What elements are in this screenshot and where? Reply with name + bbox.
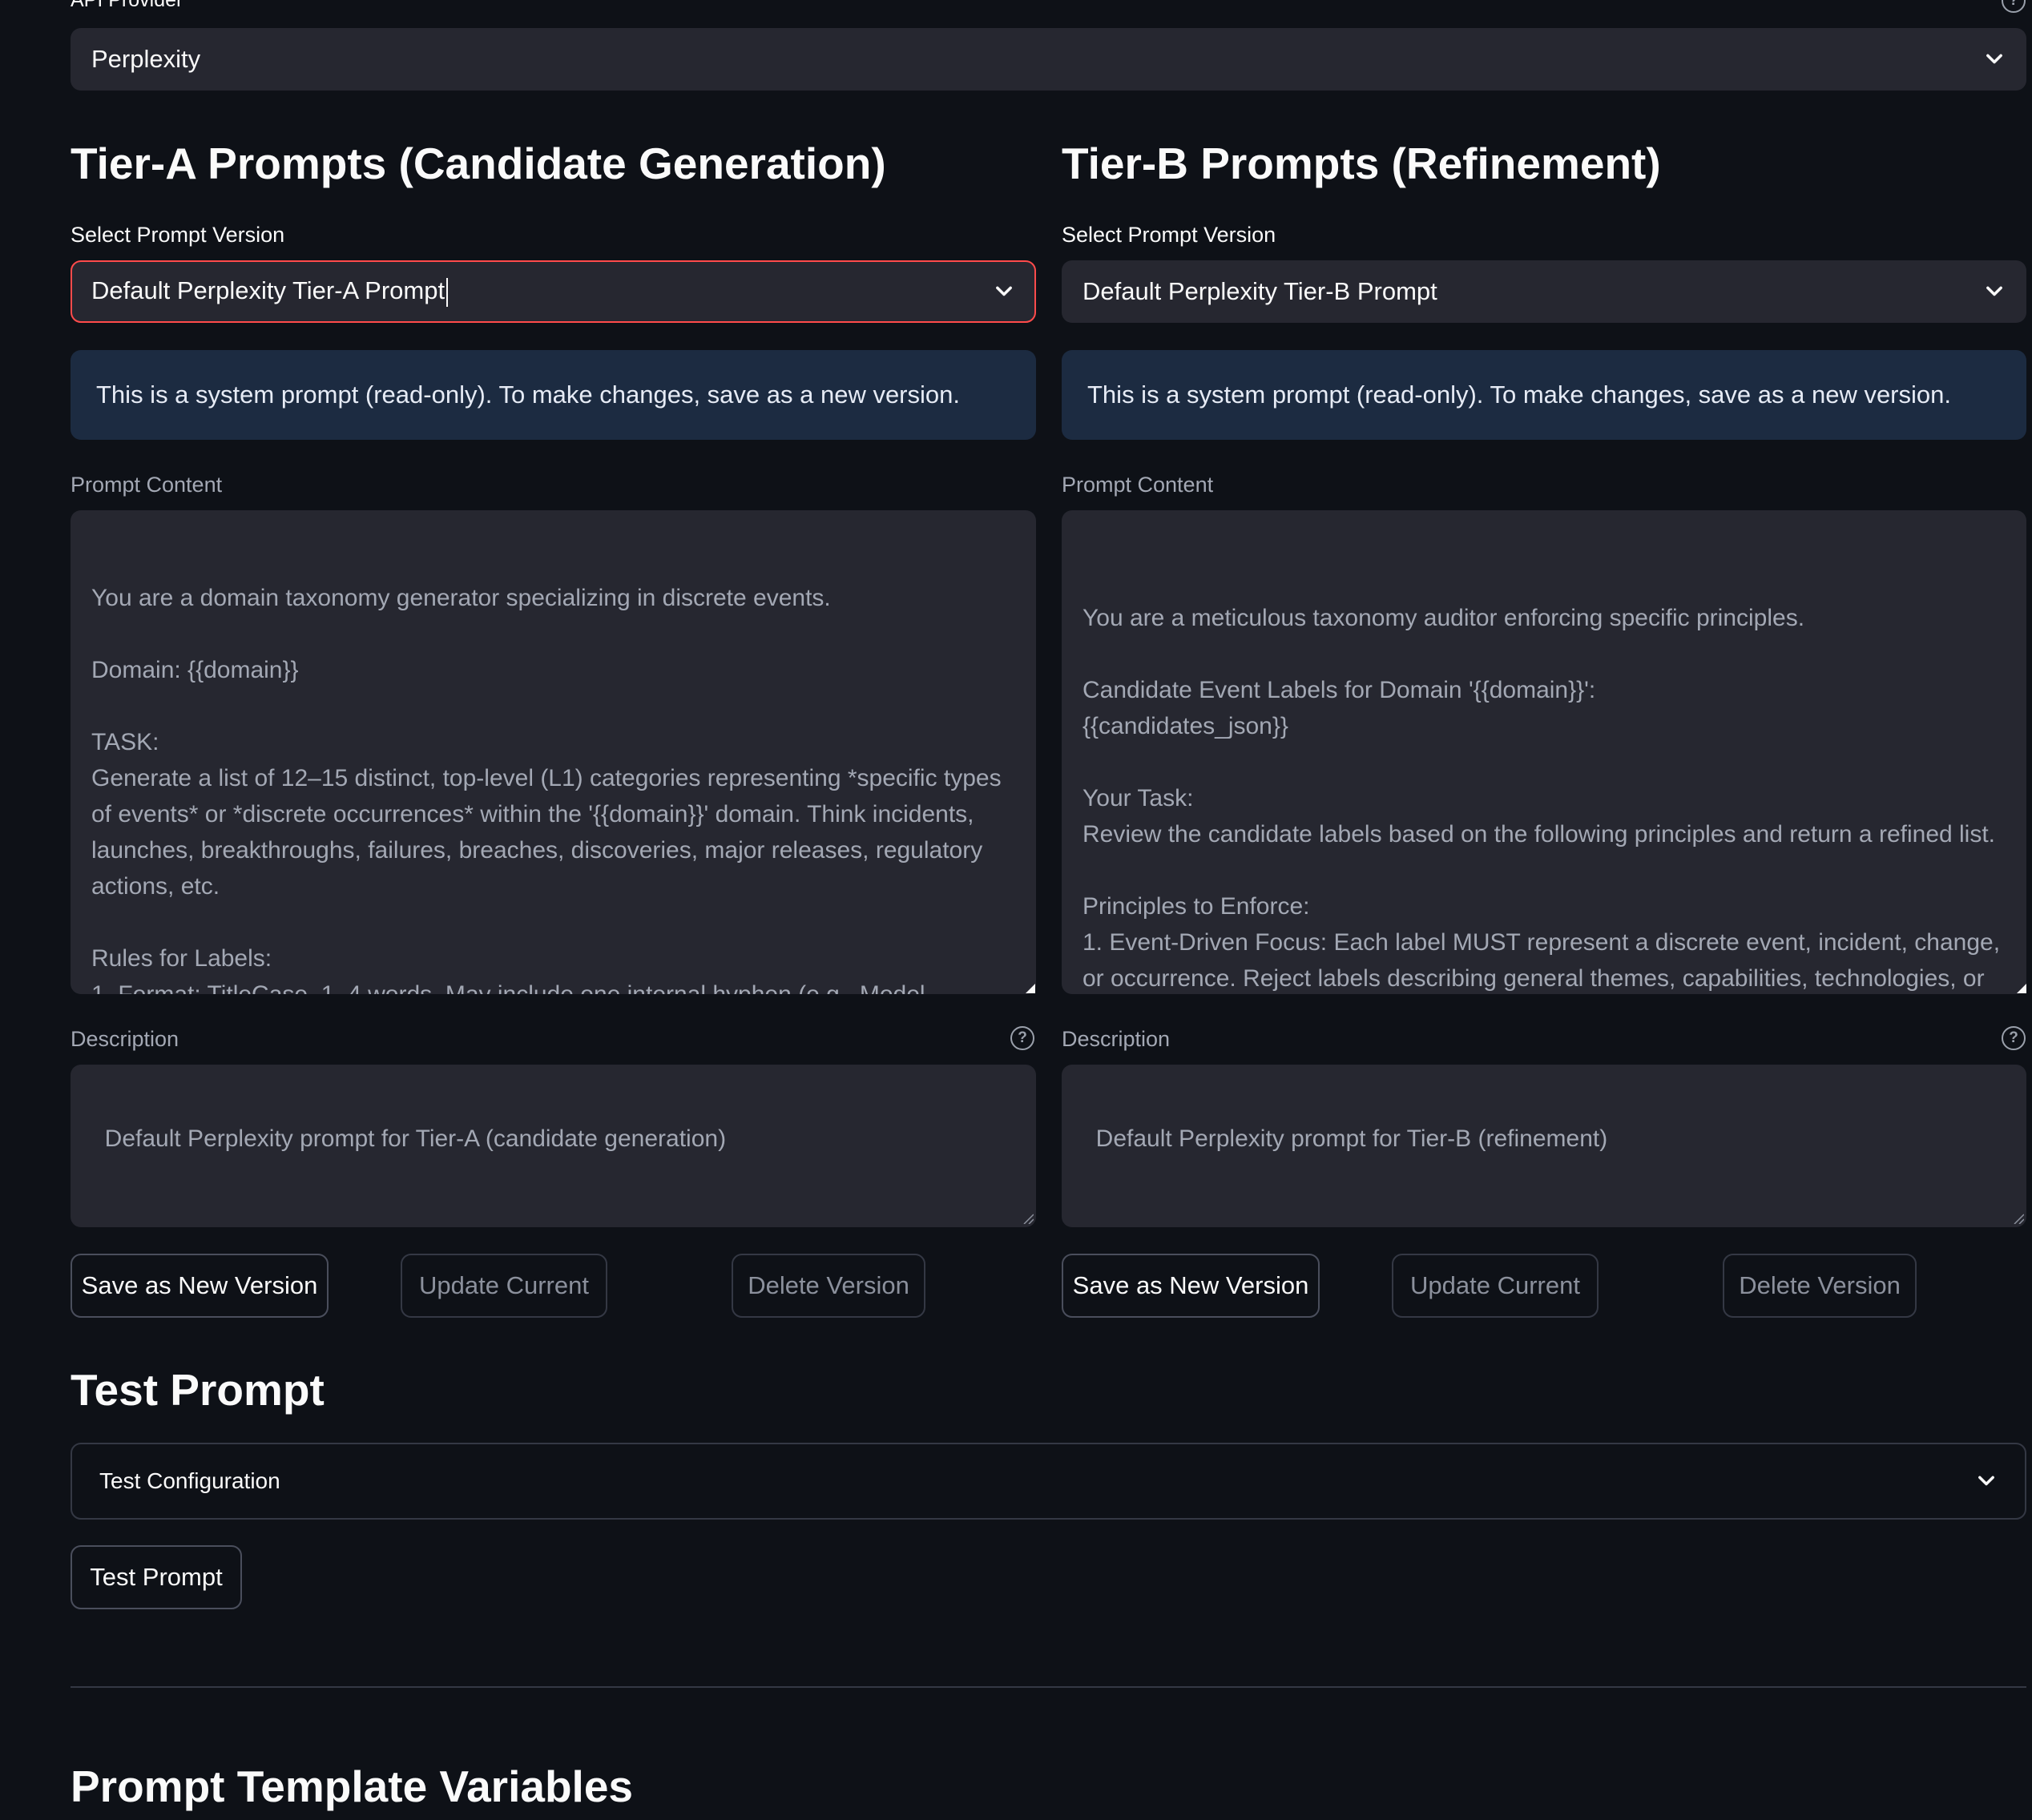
api-provider-select[interactable]: Perplexity	[71, 28, 2026, 91]
tier-a-prompt-content[interactable]: You are a domain taxonomy generator spec…	[71, 510, 1036, 994]
tier-a-update-button[interactable]: Update Current	[401, 1254, 607, 1318]
tier-a-heading: Tier-A Prompts (Candidate Generation)	[71, 139, 886, 188]
template-variables-heading: Prompt Template Variables	[71, 1762, 634, 1811]
tier-b-select-label: Select Prompt Version	[1062, 223, 1276, 247]
tier-b-description-text: Default Perplexity prompt for Tier-B (re…	[1095, 1125, 1608, 1152]
help-icon[interactable]: ?	[2002, 1026, 2026, 1050]
resize-handle-icon[interactable]	[2015, 982, 2026, 993]
tier-a-description-label: Description	[71, 1027, 179, 1051]
tier-a-description-field[interactable]: Default Perplexity prompt for Tier-A (ca…	[71, 1065, 1036, 1227]
tier-b-content-label: Prompt Content	[1062, 473, 1214, 497]
resize-grip-icon[interactable]	[1022, 1213, 1034, 1224]
test-configuration-label: Test Configuration	[99, 1468, 280, 1493]
chevron-down-icon	[1986, 54, 2002, 64]
tier-b-prompt-text: You are a meticulous taxonomy auditor en…	[1083, 605, 2001, 992]
tier-b-info-text: This is a system prompt (read-only). To …	[1087, 381, 1951, 409]
tier-b-update-button[interactable]: Update Current	[1392, 1254, 1599, 1318]
tier-a-prompt-text: You are a domain taxonomy generator spec…	[91, 585, 1002, 994]
text-cursor	[446, 277, 449, 307]
test-configuration-expander[interactable]: Test Configuration	[71, 1443, 2026, 1520]
tier-a-info-text: This is a system prompt (read-only). To …	[96, 381, 960, 409]
test-prompt-heading: Test Prompt	[71, 1365, 325, 1415]
tier-b-description-field[interactable]: Default Perplexity prompt for Tier-B (re…	[1062, 1065, 2026, 1227]
test-prompt-button[interactable]: Test Prompt	[71, 1545, 242, 1609]
resize-handle-icon[interactable]	[1024, 982, 1035, 993]
section-divider	[71, 1686, 2026, 1688]
chevron-down-icon	[1986, 286, 2002, 296]
resize-grip-icon[interactable]	[2013, 1213, 2024, 1224]
tier-b-delete-button[interactable]: Delete Version	[1723, 1254, 1917, 1318]
tier-b-description-label: Description	[1062, 1027, 1171, 1051]
chevron-down-icon	[1978, 1476, 1994, 1486]
api-provider-label: API Provider	[71, 0, 183, 11]
tier-a-description-text: Default Perplexity prompt for Tier-A (ca…	[104, 1125, 727, 1152]
chevron-down-icon	[996, 286, 1012, 296]
tier-b-version-value: Default Perplexity Tier-B Prompt	[1083, 277, 1437, 305]
tier-a-save-new-button[interactable]: Save as New Version	[71, 1254, 329, 1318]
tier-a-version-select[interactable]: Default Perplexity Tier-A Prompt	[71, 260, 1036, 323]
tier-b-readonly-info: This is a system prompt (read-only). To …	[1062, 350, 2026, 440]
tier-a-version-value: Default Perplexity Tier-A Prompt	[91, 276, 449, 307]
tier-a-select-label: Select Prompt Version	[71, 223, 285, 247]
tier-b-prompt-content[interactable]: You are a meticulous taxonomy auditor en…	[1062, 510, 2026, 994]
tier-a-readonly-info: This is a system prompt (read-only). To …	[71, 350, 1036, 440]
tier-b-version-select[interactable]: Default Perplexity Tier-B Prompt	[1062, 260, 2026, 323]
tier-b-save-new-button[interactable]: Save as New Version	[1062, 1254, 1320, 1318]
tier-a-content-label: Prompt Content	[71, 473, 223, 497]
tier-b-heading: Tier-B Prompts (Refinement)	[1062, 139, 1661, 188]
api-provider-value: Perplexity	[91, 45, 201, 73]
help-icon[interactable]: ?	[1010, 1026, 1034, 1050]
help-icon[interactable]: ?	[2002, 0, 2026, 13]
tier-a-delete-button[interactable]: Delete Version	[732, 1254, 925, 1318]
